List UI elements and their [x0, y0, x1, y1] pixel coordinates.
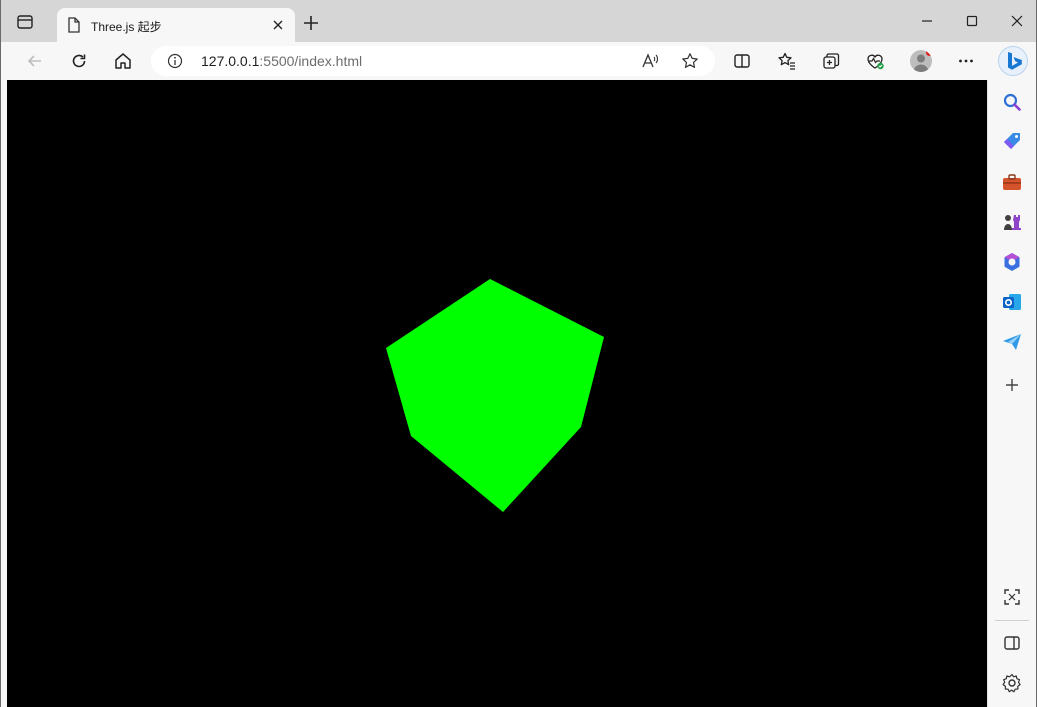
- edge-sidebar: [987, 80, 1036, 707]
- tab-actions-icon[interactable]: [15, 12, 35, 32]
- maximize-icon[interactable]: [964, 13, 980, 29]
- green-cube: [386, 279, 604, 512]
- tools-briefcase-icon[interactable]: [1001, 171, 1023, 193]
- navigation-toolbar: 127.0.0.1:5500/index.html: [1, 42, 1036, 80]
- browser-essentials-icon[interactable]: [865, 51, 885, 71]
- shopping-tag-icon[interactable]: [1001, 131, 1023, 153]
- favorite-star-icon[interactable]: [681, 52, 699, 70]
- close-icon[interactable]: [1009, 13, 1025, 29]
- threejs-canvas[interactable]: [7, 80, 987, 707]
- drop-send-icon[interactable]: [1001, 331, 1023, 353]
- page-icon: [68, 17, 80, 33]
- back-arrow-icon[interactable]: [25, 51, 45, 71]
- bing-logo-icon: [1008, 52, 1022, 70]
- hide-sidebar-icon[interactable]: [1001, 632, 1023, 654]
- profile-avatar-icon[interactable]: [910, 50, 932, 72]
- more-menu-icon[interactable]: [956, 51, 976, 71]
- home-icon[interactable]: [113, 51, 133, 71]
- notification-dot: [926, 50, 932, 56]
- add-icon[interactable]: [1001, 374, 1023, 396]
- new-tab-icon[interactable]: [303, 15, 319, 31]
- url-text[interactable]: 127.0.0.1:5500/index.html: [201, 53, 362, 69]
- scene-render: [386, 279, 604, 512]
- minimize-icon[interactable]: [919, 13, 935, 29]
- search-icon[interactable]: [1001, 91, 1023, 113]
- title-bar: Three.js 起步: [1, 0, 1036, 42]
- outlook-icon[interactable]: [1001, 291, 1023, 313]
- favorites-icon[interactable]: [777, 51, 797, 71]
- active-tab[interactable]: Three.js 起步: [57, 8, 295, 42]
- split-screen-icon[interactable]: [732, 51, 752, 71]
- microsoft-365-icon[interactable]: [1001, 251, 1023, 273]
- read-aloud-icon[interactable]: [641, 52, 659, 70]
- url-host: 127.0.0.1: [201, 53, 260, 69]
- tab-title: Three.js 起步: [91, 20, 162, 34]
- screenshot-icon[interactable]: [1001, 586, 1023, 608]
- games-icon[interactable]: [1001, 211, 1023, 233]
- url-path: :5500/index.html: [259, 53, 363, 69]
- browser-window: Three.js 起步 127.0.0.1:5500/index.html: [1, 0, 1036, 707]
- bing-copilot-icon[interactable]: [998, 46, 1028, 76]
- address-bar[interactable]: 127.0.0.1:5500/index.html: [151, 46, 715, 76]
- reload-icon[interactable]: [69, 51, 89, 71]
- close-tab-icon[interactable]: [271, 18, 285, 32]
- settings-icon[interactable]: [1001, 672, 1023, 694]
- sidebar-divider: [995, 620, 1029, 621]
- info-icon[interactable]: [167, 53, 183, 69]
- collections-icon[interactable]: [821, 51, 841, 71]
